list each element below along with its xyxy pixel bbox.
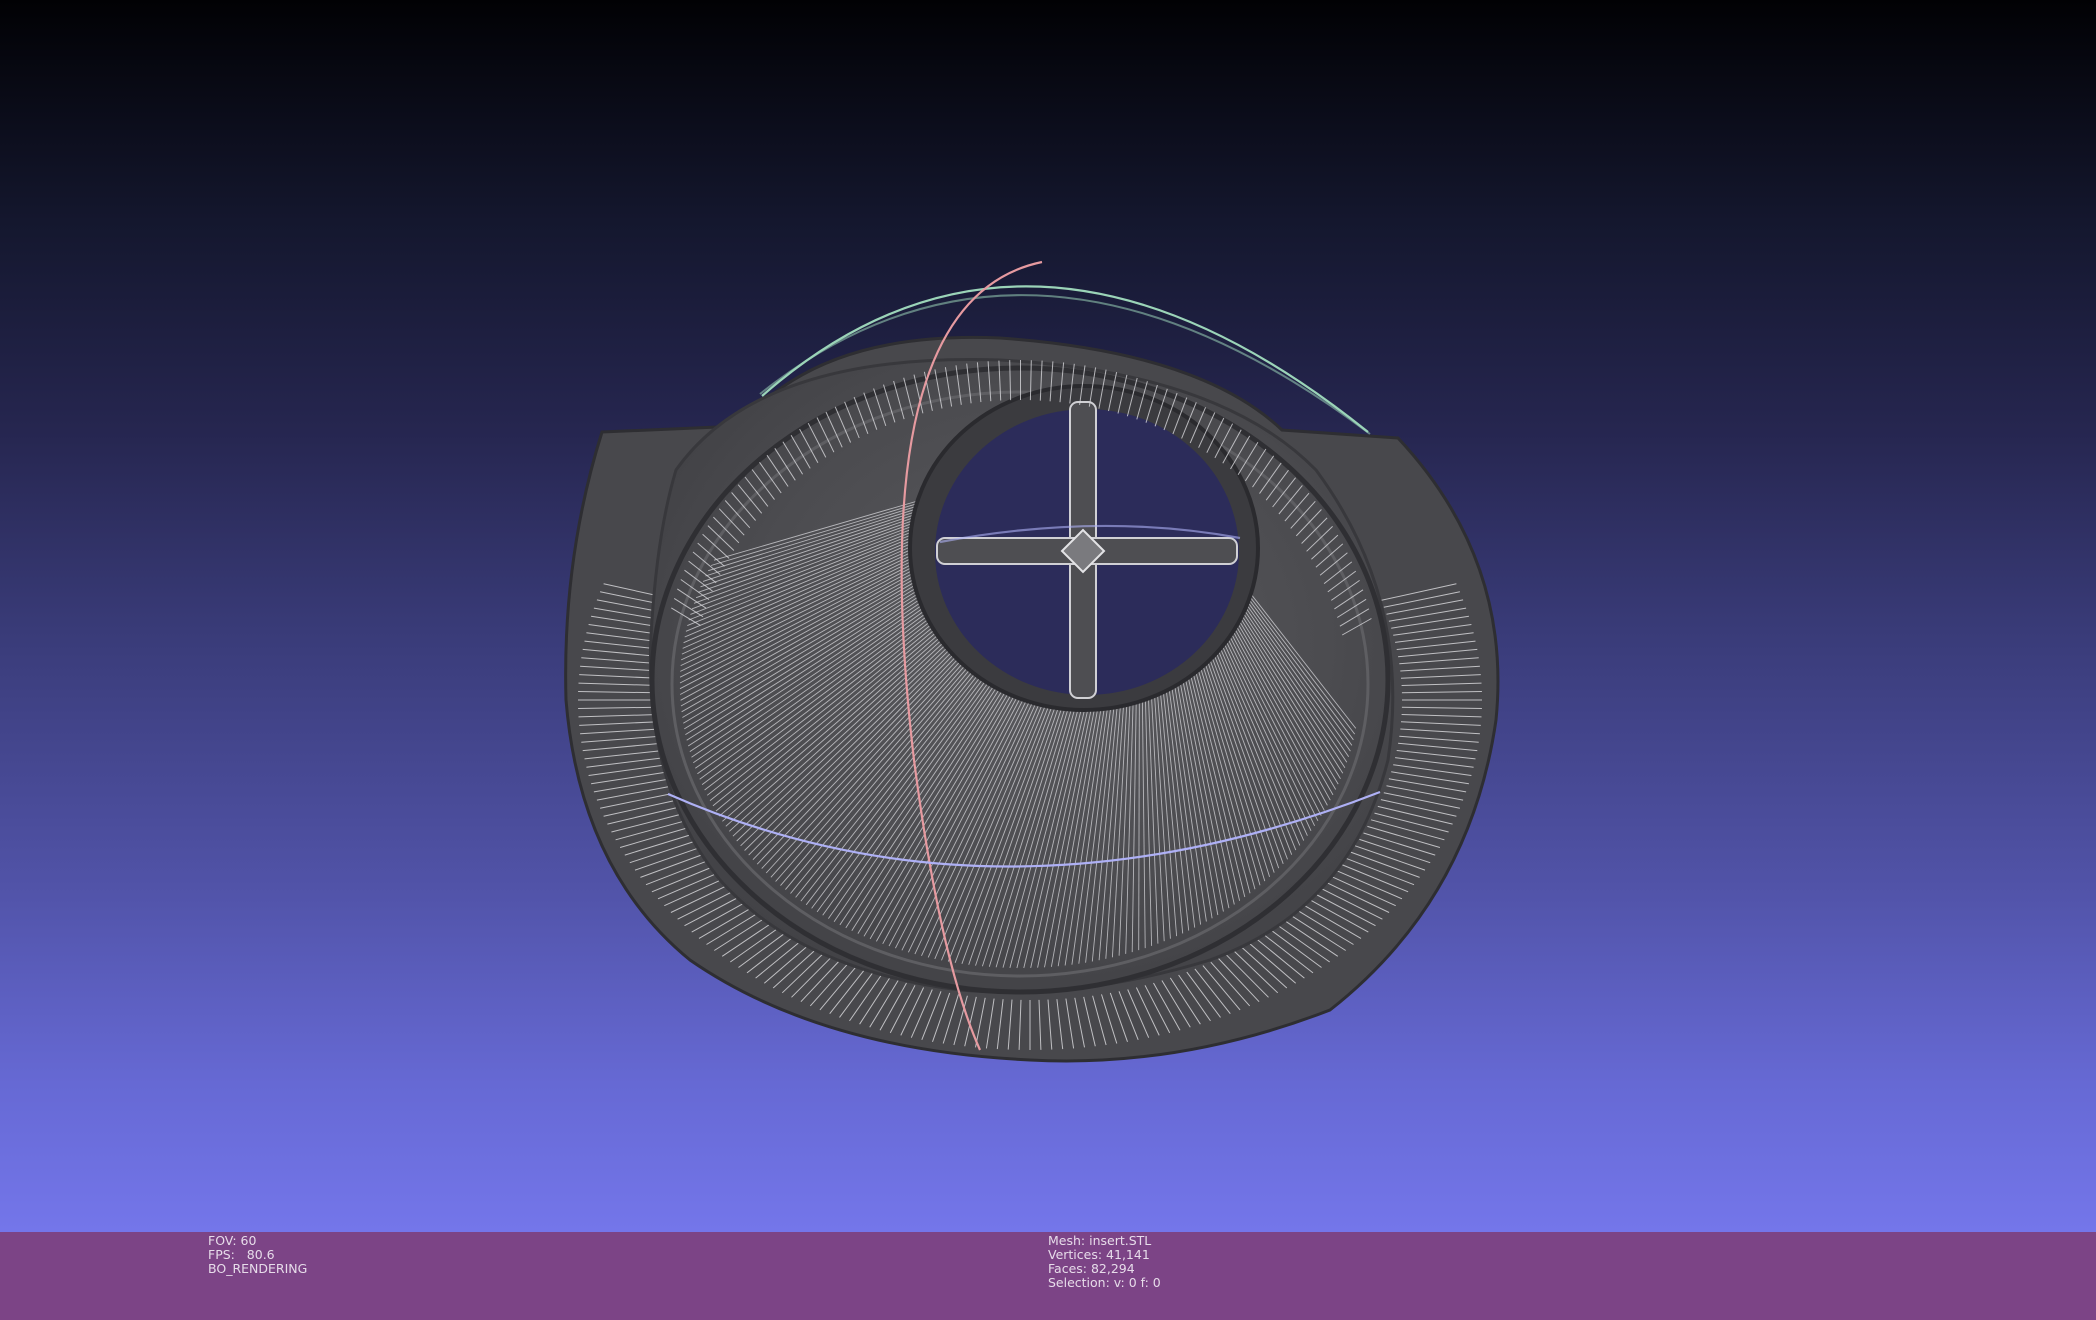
- mesh-top-opening: [908, 384, 1260, 712]
- info-bar: FOV: 60 FPS: 80.6 BO_RENDERING Mesh: ins…: [0, 1232, 2096, 1320]
- faces-label: Faces: 82,294: [1048, 1260, 1135, 1276]
- vertices-label: Vertices: 41,141: [1048, 1246, 1150, 1262]
- selection-label: Selection: v: 0 f: 0: [1048, 1274, 1161, 1290]
- 3d-viewport[interactable]: [0, 0, 2096, 1232]
- viewer-stats: FOV: 60 FPS: 80.6 BO_RENDERING: [208, 1232, 308, 1276]
- mesh-name-label: Mesh: insert.STL: [1048, 1232, 1152, 1248]
- mesh-scene[interactable]: [0, 0, 2096, 1232]
- mesh-model[interactable]: [564, 335, 1500, 1063]
- render-mode-label: BO_RENDERING: [208, 1260, 308, 1276]
- fps-label: FPS: 80.6: [208, 1246, 275, 1262]
- fov-label: FOV: 60: [208, 1232, 257, 1248]
- mesh-stats: Mesh: insert.STL Vertices: 41,141 Faces:…: [1048, 1232, 1161, 1290]
